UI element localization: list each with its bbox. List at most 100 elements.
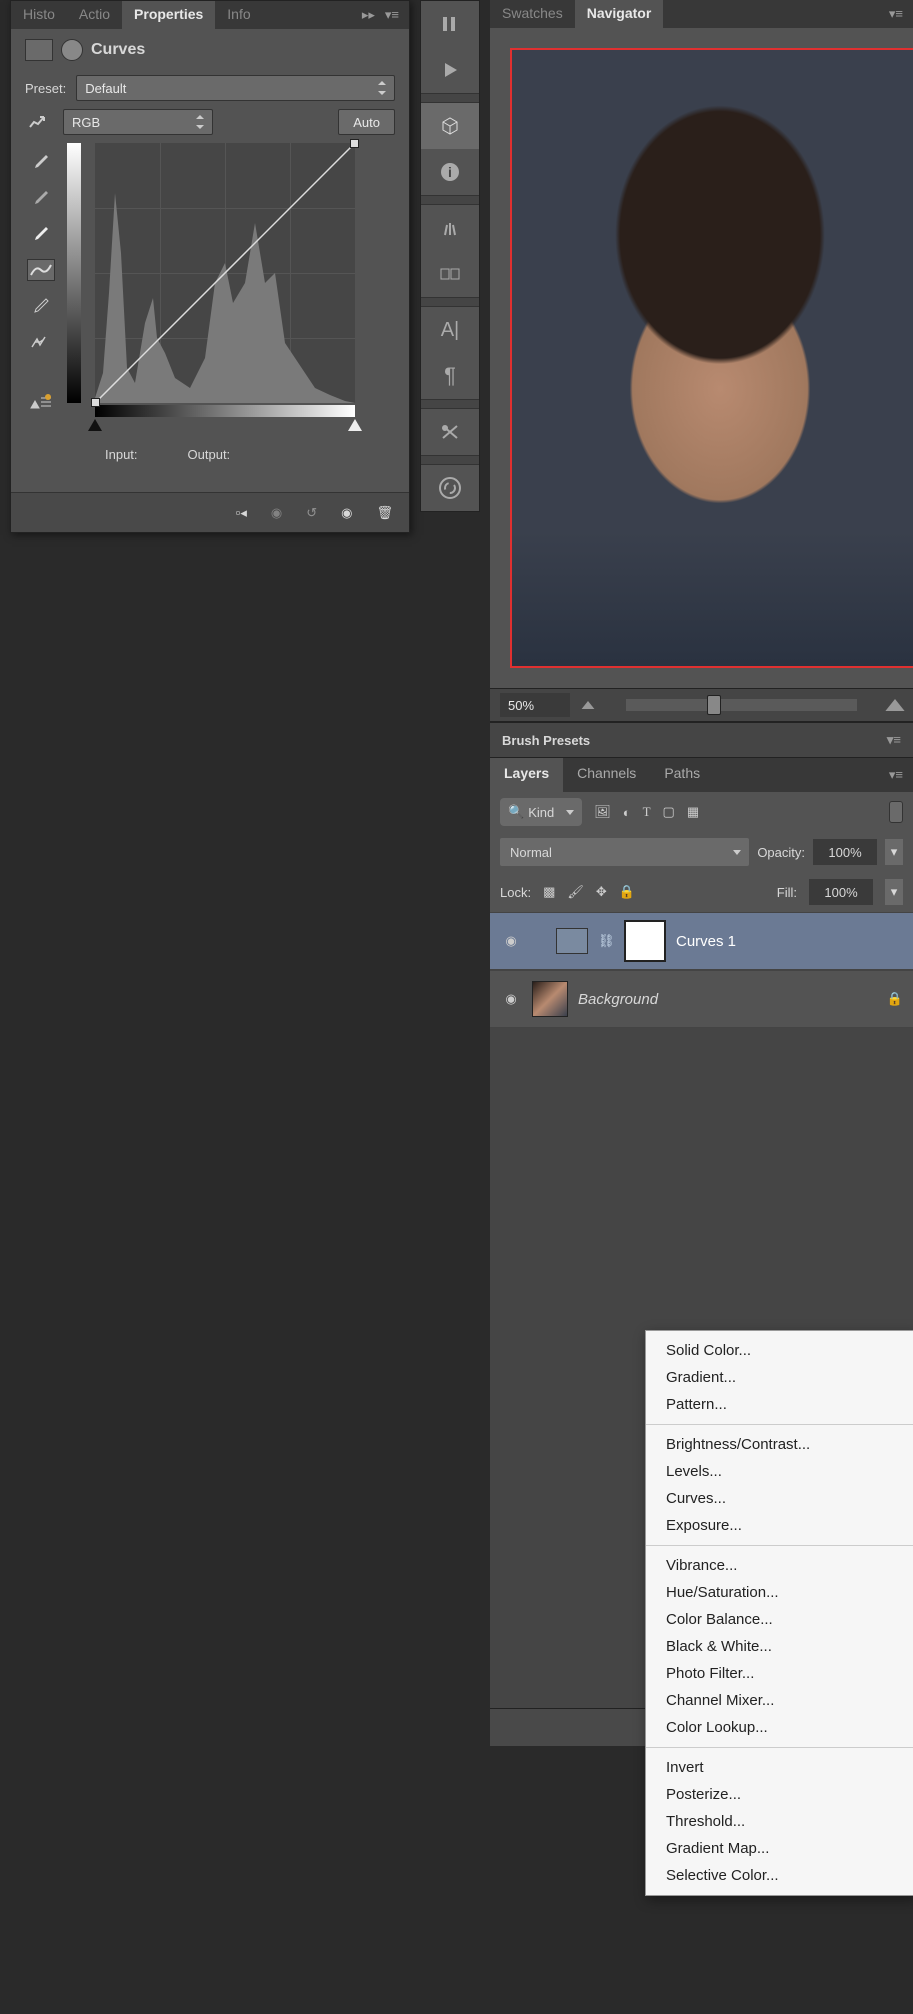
- pencil-tool-icon[interactable]: [27, 295, 55, 317]
- menu-invert[interactable]: Invert: [646, 1754, 913, 1781]
- tab-layers[interactable]: Layers: [490, 758, 563, 792]
- curves-graph[interactable]: [95, 143, 355, 403]
- menu-levels[interactable]: Levels...: [646, 1458, 913, 1485]
- dock-cc-icon[interactable]: [421, 465, 479, 511]
- dock-clone-icon[interactable]: [421, 251, 479, 297]
- menu-posterize[interactable]: Posterize...: [646, 1781, 913, 1808]
- trash-icon[interactable]: 🗑: [376, 505, 393, 521]
- navigator-view[interactable]: [510, 48, 913, 668]
- dock-character-icon[interactable]: A|: [421, 307, 479, 353]
- view-previous-icon[interactable]: ◉: [271, 505, 282, 521]
- panel-menu-icon[interactable]: ▾≡: [385, 7, 399, 23]
- layer-background[interactable]: ◉ Background 🔒: [490, 970, 913, 1028]
- curve-point-black[interactable]: [91, 398, 100, 407]
- filter-kind-dropdown[interactable]: 🔍 Kind: [500, 798, 582, 826]
- filter-pixel-icon[interactable]: 🖼: [594, 804, 611, 820]
- menu-curves[interactable]: Curves...: [646, 1485, 913, 1512]
- zoom-input[interactable]: 50%: [500, 693, 570, 717]
- menu-vibrance[interactable]: Vibrance...: [646, 1552, 913, 1579]
- collapse-icon[interactable]: ▸▸: [362, 7, 375, 23]
- visibility-icon[interactable]: ◉: [500, 933, 522, 949]
- menu-solid-color[interactable]: Solid Color...: [646, 1337, 913, 1364]
- brush-presets-header[interactable]: Brush Presets ▾≡: [490, 722, 913, 758]
- menu-color-lookup[interactable]: Color Lookup...: [646, 1714, 913, 1741]
- preset-dropdown[interactable]: Default: [76, 75, 395, 101]
- menu-color-balance[interactable]: Color Balance...: [646, 1606, 913, 1633]
- lock-pixels-icon[interactable]: 🖌: [567, 884, 584, 900]
- dock-brushes-icon[interactable]: [421, 205, 479, 251]
- brush-menu-icon[interactable]: ▾≡: [887, 732, 901, 748]
- black-slider[interactable]: [88, 419, 102, 431]
- layer-thumbnail[interactable]: [532, 981, 568, 1017]
- clip-icon[interactable]: [27, 391, 55, 413]
- clip-to-layer-icon[interactable]: ▫◂: [236, 505, 247, 521]
- tab-info[interactable]: Info: [215, 1, 262, 29]
- dock-info-icon[interactable]: i: [421, 149, 479, 195]
- adjustment-icon[interactable]: [556, 928, 588, 954]
- reset-icon[interactable]: ↺: [306, 505, 317, 521]
- menu-hue-saturation[interactable]: Hue/Saturation...: [646, 1579, 913, 1606]
- menu-channel-mixer[interactable]: Channel Mixer...: [646, 1687, 913, 1714]
- white-slider[interactable]: [348, 419, 362, 431]
- dock-paragraph-icon[interactable]: ¶: [421, 353, 479, 399]
- blend-mode-dropdown[interactable]: Normal: [500, 838, 749, 866]
- opacity-input[interactable]: 100%: [813, 839, 877, 865]
- lock-position-icon[interactable]: ✥: [596, 884, 607, 900]
- fill-dropdown-icon[interactable]: ▾: [885, 879, 903, 905]
- filter-shape-icon[interactable]: ▢: [663, 804, 675, 820]
- hand-icon[interactable]: [25, 111, 53, 133]
- visibility-icon[interactable]: ◉: [500, 991, 522, 1007]
- dock-tools-icon[interactable]: [421, 409, 479, 455]
- fill-input[interactable]: 100%: [809, 879, 873, 905]
- curve-point-white[interactable]: [350, 139, 359, 148]
- mask-icon[interactable]: [61, 39, 83, 61]
- curve-line[interactable]: [95, 143, 355, 403]
- tab-paths[interactable]: Paths: [650, 758, 714, 792]
- lock-all-icon[interactable]: 🔒: [619, 884, 635, 900]
- auto-button[interactable]: Auto: [338, 109, 395, 135]
- filter-toggle[interactable]: [889, 801, 903, 823]
- dock-play-icon[interactable]: [421, 47, 479, 93]
- layer-name[interactable]: Curves 1: [676, 933, 903, 950]
- zoom-in-icon[interactable]: [885, 699, 904, 711]
- menu-threshold[interactable]: Threshold...: [646, 1808, 913, 1835]
- menu-brightness-contrast[interactable]: Brightness/Contrast...: [646, 1431, 913, 1458]
- zoom-handle[interactable]: [707, 695, 721, 715]
- dock-3d-icon[interactable]: [421, 103, 479, 149]
- link-icon[interactable]: ⛓: [598, 933, 614, 949]
- tab-history[interactable]: Histo: [11, 1, 67, 29]
- smooth-icon[interactable]: [27, 331, 55, 353]
- zoom-slider[interactable]: [626, 699, 857, 711]
- eyedropper-white-icon[interactable]: [27, 223, 55, 245]
- menu-pattern[interactable]: Pattern...: [646, 1391, 913, 1418]
- tab-swatches[interactable]: Swatches: [490, 0, 575, 28]
- mask-thumbnail[interactable]: [624, 920, 666, 962]
- menu-exposure[interactable]: Exposure...: [646, 1512, 913, 1539]
- zoom-out-icon[interactable]: [582, 701, 595, 709]
- navigator-menu-icon[interactable]: ▾≡: [879, 0, 913, 28]
- toggle-visibility-icon[interactable]: ◉: [341, 505, 352, 521]
- curve-tool-icon[interactable]: [27, 259, 55, 281]
- dock-icon-1[interactable]: [421, 1, 479, 47]
- tab-properties[interactable]: Properties: [122, 1, 215, 29]
- tab-actions[interactable]: Actio: [67, 1, 122, 29]
- filter-adjust-icon[interactable]: ◐: [623, 805, 631, 820]
- adjustment-type-icon[interactable]: [25, 39, 53, 61]
- filter-type-icon[interactable]: T: [643, 804, 651, 820]
- menu-gradient[interactable]: Gradient...: [646, 1364, 913, 1391]
- layer-curves[interactable]: ◉ ⛓ Curves 1: [490, 912, 913, 970]
- lock-transparent-icon[interactable]: ▩: [543, 884, 555, 900]
- filter-smart-icon[interactable]: ▦: [687, 804, 699, 820]
- tab-channels[interactable]: Channels: [563, 758, 650, 792]
- layer-name[interactable]: Background: [578, 991, 877, 1008]
- menu-photo-filter[interactable]: Photo Filter...: [646, 1660, 913, 1687]
- input-sliders[interactable]: [95, 419, 355, 435]
- menu-selective-color[interactable]: Selective Color...: [646, 1862, 913, 1889]
- opacity-dropdown-icon[interactable]: ▾: [885, 839, 903, 865]
- layers-menu-icon[interactable]: ▾≡: [879, 758, 913, 792]
- eyedropper-black-icon[interactable]: [27, 151, 55, 173]
- channel-dropdown[interactable]: RGB: [63, 109, 213, 135]
- eyedropper-gray-icon[interactable]: [27, 187, 55, 209]
- tab-navigator[interactable]: Navigator: [575, 0, 664, 28]
- menu-gradient-map[interactable]: Gradient Map...: [646, 1835, 913, 1862]
